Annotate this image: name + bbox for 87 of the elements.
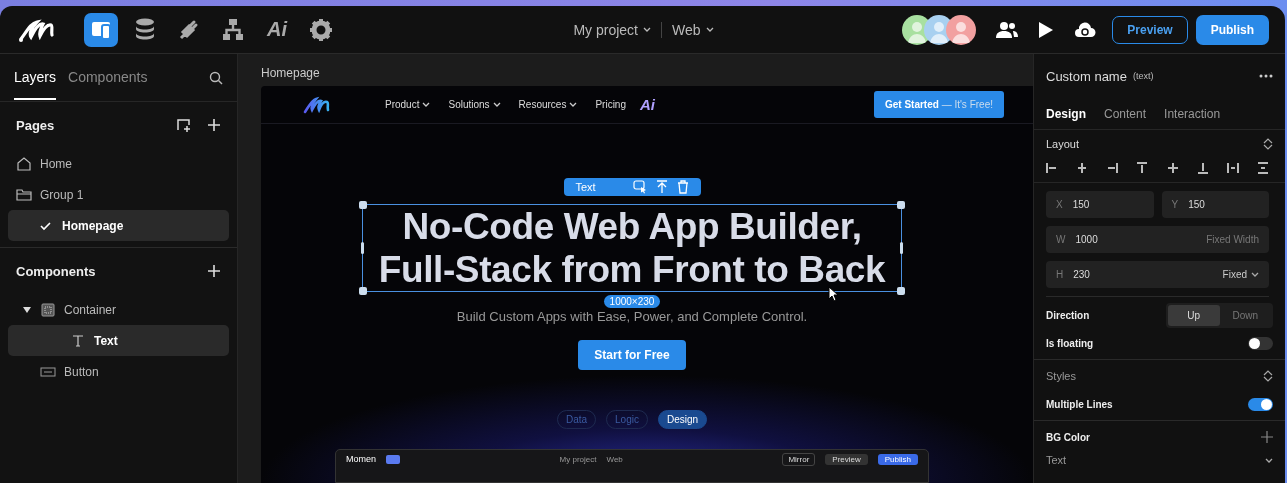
page-item[interactable]: Group 1 <box>8 179 229 210</box>
mini-project: My project <box>559 454 597 464</box>
align-icon[interactable] <box>1106 162 1119 174</box>
project-dropdown[interactable]: My project <box>573 21 651 38</box>
align-icon[interactable] <box>1226 162 1239 174</box>
mini-logo: Momen <box>346 454 376 464</box>
field-label: Direction <box>1046 309 1090 321</box>
align-icon[interactable] <box>1046 162 1058 174</box>
nav-link[interactable]: Solutions <box>448 99 501 110</box>
align-icon[interactable] <box>1136 162 1149 174</box>
ai-badge[interactable]: Ai <box>640 96 655 113</box>
hero-headline: No-Code Web App Builder, Full-Stack from Front to Back <box>377 205 887 291</box>
panel-tab[interactable]: Components <box>68 55 148 100</box>
caret-icon <box>1265 457 1273 463</box>
align-icon[interactable] <box>1166 162 1179 174</box>
trash-icon[interactable] <box>676 180 689 194</box>
play-icon[interactable] <box>1038 20 1055 39</box>
section-title: Pages <box>16 117 55 133</box>
toggle-switch[interactable] <box>1248 397 1273 411</box>
element-name: Custom name <box>1046 68 1127 84</box>
preview-button[interactable]: Preview <box>1112 15 1188 44</box>
disclosure-triangle-icon[interactable] <box>22 304 32 315</box>
add-folder-icon[interactable] <box>177 118 191 132</box>
nav-link[interactable]: Pricing <box>595 99 626 110</box>
panel-tab[interactable]: Content <box>1104 106 1147 121</box>
resize-handle[interactable] <box>359 287 367 295</box>
caret-icon <box>643 27 651 32</box>
dimension-field[interactable]: H 230 Fixed <box>1046 261 1269 288</box>
panel-tab[interactable]: Interaction <box>1164 106 1221 121</box>
nav-link[interactable]: Resources <box>518 99 578 110</box>
cursor-icon <box>828 286 840 302</box>
home-icon <box>16 155 32 172</box>
field-label: Multiple Lines <box>1046 398 1113 410</box>
field-label: BG Color <box>1046 431 1090 443</box>
mini-platform: Web <box>606 454 623 464</box>
feature-pill[interactable]: Design <box>657 410 708 429</box>
page-item[interactable]: Homepage <box>8 210 229 241</box>
users-icon[interactable] <box>996 20 1019 39</box>
panel-tab[interactable]: Design <box>1046 106 1086 121</box>
container-icon <box>40 301 56 318</box>
selection-label: Text <box>575 181 596 193</box>
page-label: Homepage <box>261 65 320 82</box>
resize-handle[interactable] <box>361 242 364 254</box>
folder-icon <box>16 186 32 203</box>
dimension-field[interactable]: W 1000 Fixed Width <box>1046 226 1269 253</box>
mini-tool-icon <box>386 454 400 464</box>
nav-link[interactable]: Product <box>385 99 431 110</box>
collapse-icon[interactable] <box>1263 138 1273 150</box>
start-button[interactable]: Start for Free <box>578 340 686 370</box>
toggle-switch[interactable] <box>1248 336 1273 350</box>
layer-item[interactable]: Container <box>8 294 229 325</box>
platform-dropdown[interactable]: Web <box>672 21 714 38</box>
element-type: (text) <box>1132 71 1154 81</box>
layer-item[interactable]: Text <box>8 325 229 356</box>
section-title: Layout <box>1046 138 1080 150</box>
section-title: Styles <box>1046 370 1076 382</box>
layer-item[interactable]: Button <box>8 356 229 387</box>
segment-option[interactable]: Down <box>1219 304 1271 326</box>
text-type-icon <box>70 332 86 349</box>
field-label: Is floating <box>1046 337 1094 349</box>
select-parent-icon[interactable] <box>632 180 647 194</box>
segment-option[interactable]: Up <box>1168 304 1220 326</box>
hero-subtitle: Build Custom Apps with Ease, Power, and Complete Control. <box>456 309 808 324</box>
dimension-field[interactable]: Y 150 <box>1161 191 1269 218</box>
more-icon[interactable] <box>1259 74 1273 78</box>
panel-tab[interactable]: Layers <box>14 55 57 100</box>
section-title: Text <box>1046 454 1067 466</box>
resize-handle[interactable] <box>900 242 903 254</box>
search-icon[interactable] <box>209 70 223 85</box>
get-started-button[interactable]: Get Started — It's Free! <box>873 91 1004 118</box>
align-icon[interactable] <box>1257 162 1269 174</box>
arrow-up-icon[interactable] <box>655 180 668 194</box>
publish-button[interactable]: Publish <box>1195 14 1269 45</box>
align-icon[interactable] <box>1076 162 1089 174</box>
collapse-icon[interactable] <box>1263 370 1273 382</box>
size-badge: 1000×230 <box>603 295 661 308</box>
align-icon[interactable] <box>1196 162 1209 174</box>
resize-handle[interactable] <box>897 287 905 295</box>
pages-tool[interactable] <box>84 12 118 47</box>
dimension-field[interactable]: X 150 <box>1046 191 1154 218</box>
ai-tool[interactable]: Ai <box>260 12 294 47</box>
cloud-sync-icon[interactable] <box>1074 21 1097 38</box>
caret-icon <box>705 27 714 32</box>
page-item[interactable]: Home <box>8 148 229 179</box>
section-title: Components <box>16 263 96 279</box>
resize-handle[interactable] <box>897 201 905 209</box>
resize-handle[interactable] <box>359 201 367 209</box>
